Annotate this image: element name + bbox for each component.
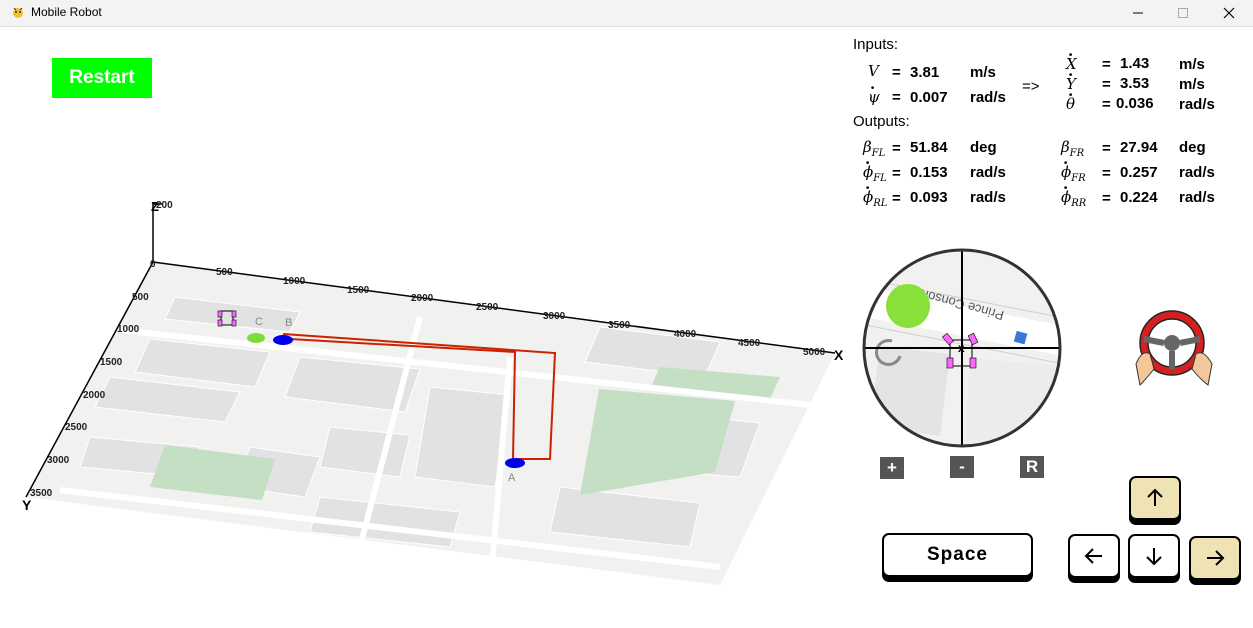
zoom-out-button[interactable]: - [950,456,974,478]
value-theta-dot: 0.036 [1116,95,1154,112]
eq-beta-fr: = [1102,140,1111,157]
space-key[interactable]: Space [882,533,1033,577]
y-tick-3500: 3500 [30,488,53,499]
x-tick-1500: 1500 [347,285,370,296]
window-title: Mobile Robot [31,5,102,19]
left-key[interactable] [1068,534,1120,578]
unit-psi-dot: rad/s [970,89,1006,106]
x-tick-4000: 4000 [674,329,697,340]
eq-phi-rr: = [1102,190,1111,207]
x-tick-5000: 5000 [803,347,826,358]
waypoint-c [247,333,265,343]
x-axis-label: X [834,347,844,363]
svg-text:x: x [958,341,965,355]
eq-phi-fr: = [1102,165,1111,182]
eq-beta-fl: = [892,140,901,157]
value-beta-fl: 51.84 [910,139,948,156]
minimize-icon [1133,12,1143,14]
minimize-button[interactable] [1115,0,1161,26]
close-icon [1223,7,1235,19]
app-icon [13,7,23,18]
x-tick-3500: 3500 [608,320,631,331]
y-tick-2000: 2000 [83,390,106,401]
symbol-phi-rl: ϕRL [863,188,887,209]
unit-y-dot: m/s [1179,76,1205,93]
unit-beta-fr: deg [1179,139,1206,156]
waypoint-b-label: B [285,317,292,329]
inputs-arrow: => [1022,78,1040,95]
y-tick-1500: 1500 [100,357,123,368]
value-v: 3.81 [910,64,940,81]
waypoint-c-label: C [255,316,263,328]
map-plot[interactable]: X Y Z 200 0 500 1000 1500 2000 2500 3000… [0,27,850,627]
value-y-dot: 3.53 [1120,75,1150,92]
unit-phi-rl: rad/s [970,189,1006,206]
close-button[interactable] [1206,0,1252,26]
eq-x-dot: = [1102,56,1111,73]
arrow-up-icon [1147,488,1163,506]
minimap[interactable]: Prince Consort x [860,246,1064,450]
x-tick-500: 500 [216,267,233,278]
value-phi-fl: 0.153 [910,164,948,181]
eq-psi-dot: = [892,89,901,106]
eq-v: = [892,64,901,81]
y-tick-2500: 2500 [65,422,88,433]
down-key[interactable] [1128,534,1180,578]
eq-phi-rl: = [892,190,901,207]
inputs-header: Inputs: [853,36,899,53]
unit-v: m/s [970,64,996,81]
unit-beta-fl: deg [970,139,997,156]
origin-tick: 0 [150,259,156,270]
reset-view-button[interactable]: R [1020,456,1044,478]
y-tick-500: 500 [132,292,149,303]
symbol-theta-dot: θ [1066,95,1075,113]
arrow-down-icon [1146,548,1162,566]
arrow-left-icon [1084,548,1102,564]
outputs-header: Outputs: [853,113,910,130]
value-phi-fr: 0.257 [1120,164,1158,181]
right-key[interactable] [1189,536,1241,580]
y-axis-label: Y [22,497,32,513]
symbol-psi-dot: ψ [868,88,880,106]
arrow-right-icon [1207,550,1225,566]
value-phi-rr: 0.224 [1120,189,1158,206]
value-x-dot: 1.43 [1120,55,1150,72]
maximize-icon [1178,8,1188,18]
unit-phi-fl: rad/s [970,164,1006,181]
unit-phi-rr: rad/s [1179,189,1215,206]
x-tick-2500: 2500 [476,302,499,313]
steering-wheel-icon [1135,310,1213,387]
waypoint-a-label: A [508,472,516,484]
app-canvas: Restart X Y Z 200 0 500 1000 1500 2000 2… [0,27,1253,628]
minimap-block [870,346,950,436]
eq-theta-dot: = [1102,96,1111,113]
value-phi-rl: 0.093 [910,189,948,206]
x-tick-1000: 1000 [283,276,306,287]
value-psi-dot: 0.007 [910,89,948,106]
waypoint-a [505,458,525,468]
symbol-phi-rr: ϕRR [1061,188,1086,209]
y-tick-3000: 3000 [47,455,70,466]
symbol-v: V [868,62,879,80]
x-tick-3000: 3000 [543,311,566,322]
value-beta-fr: 27.94 [1120,139,1158,156]
title-bar: Mobile Robot [0,0,1253,27]
y-tick-1000: 1000 [117,324,140,335]
unit-phi-fr: rad/s [1179,164,1215,181]
zoom-in-button[interactable]: + [880,457,904,479]
z-top-tick: 200 [156,200,173,211]
waypoint-b [273,335,293,345]
eq-phi-fl: = [892,165,901,182]
x-tick-4500: 4500 [738,338,761,349]
eq-y-dot: = [1102,76,1111,93]
maximize-button[interactable] [1160,0,1206,26]
up-key[interactable] [1129,476,1181,520]
minimap-waypoint-green [886,284,930,328]
x-tick-2000: 2000 [411,293,434,304]
unit-x-dot: m/s [1179,56,1205,73]
unit-theta-dot: rad/s [1179,96,1215,113]
